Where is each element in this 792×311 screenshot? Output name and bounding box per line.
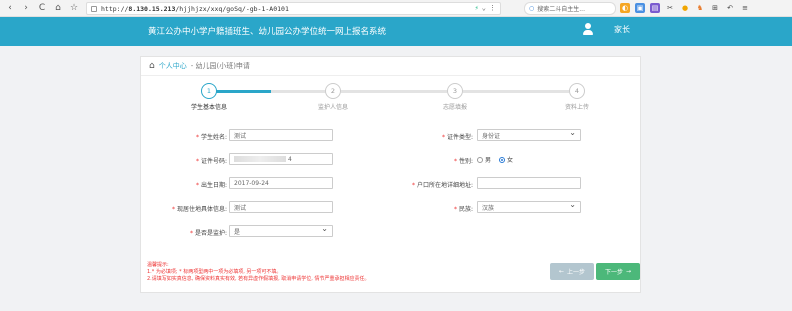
step-line-2 <box>271 90 333 93</box>
step-2-circle: 2 <box>325 83 341 99</box>
is-guardian-label: * 是否是监护: <box>189 230 227 237</box>
step-1-circle: 1 <box>201 83 217 99</box>
back-icon[interactable]: ‹ <box>4 2 16 14</box>
next-step-label: 下一步 <box>604 269 623 276</box>
birth-date-label: * 出生日期: <box>195 182 227 189</box>
home-icon[interactable]: ⌂ <box>149 61 155 71</box>
radio-male[interactable] <box>477 156 483 163</box>
step-line-1 <box>209 90 271 93</box>
birth-date-input[interactable]: 2017-09-24 <box>229 177 333 189</box>
step-line-3 <box>341 90 447 93</box>
prev-step-button[interactable]: ← 上一步 <box>550 263 594 280</box>
search-engine-icon: ○ <box>529 5 535 12</box>
current-address-label: * 现居住地具体信息: <box>171 206 227 213</box>
notes-title: 温馨提示: <box>147 262 169 268</box>
next-step-button[interactable]: 下一步 → <box>596 263 640 280</box>
step-line-4 <box>463 90 569 93</box>
breadcrumb-link-personal-center[interactable]: 个人中心 <box>159 61 187 71</box>
id-type-select[interactable]: 身份证 <box>477 128 581 141</box>
url-host: 8.130.15.213 <box>128 4 176 13</box>
redacted-block <box>234 156 286 162</box>
prev-step-label: 上一步 <box>567 269 586 276</box>
extension-blue-icon[interactable]: ▣ <box>635 3 645 13</box>
id-type-label: * 证件类型: <box>441 134 473 141</box>
ethnicity-select[interactable]: 汉族 <box>477 200 581 213</box>
breadcrumb: ⌂ 个人中心 - 幼儿园(小班)申请 <box>149 61 250 71</box>
current-address-input[interactable]: 测试 <box>229 201 333 213</box>
extension-purple-icon[interactable]: ▤ <box>650 3 660 13</box>
more-menu-icon[interactable]: ≡ <box>740 3 750 13</box>
menu-icon[interactable]: ⋮ <box>489 4 496 12</box>
student-name-label: * 学生姓名: <box>195 134 227 141</box>
radio-female[interactable] <box>499 156 506 163</box>
gender-radio-group: 男 女 <box>477 155 521 164</box>
browser-search-input[interactable]: ○ 搜索二斗自主生... <box>524 2 616 15</box>
step-3-circle: 3 <box>447 83 463 99</box>
extension-fox-icon[interactable]: ♞ <box>695 3 705 13</box>
browser-toolbar: ‹ › C ⌂ ☆ http://8.130.15.213/hjjhjzx/xx… <box>0 0 792 17</box>
lightning-icon[interactable]: ⚡ <box>475 4 479 12</box>
gender-label: * 性别: <box>453 158 473 165</box>
forward-icon[interactable]: › <box>20 2 32 14</box>
step-2-label: 监护人信息 <box>317 104 349 111</box>
user-label[interactable]: 家长 <box>614 24 630 35</box>
user-icon[interactable] <box>582 23 594 36</box>
page-info-icon <box>91 5 97 12</box>
extension-coin-icon[interactable]: ● <box>680 3 690 13</box>
application-card: ⌂ 个人中心 - 幼儿园(小班)申请 1 2 3 4 学生基本信息 监护人信息 … <box>140 56 641 293</box>
scissors-icon[interactable]: ✂ <box>665 3 675 13</box>
step-4-circle: 4 <box>569 83 585 99</box>
undo-icon[interactable]: ↶ <box>725 3 735 13</box>
address-bar[interactable]: http://8.130.15.213/hjjhjzx/xxq/goSq/-gb… <box>86 2 501 15</box>
id-number-input[interactable]: 4 <box>229 153 333 165</box>
gender-male-option[interactable]: 男 <box>477 155 491 164</box>
hukou-address-input[interactable] <box>477 177 581 189</box>
gender-female-option[interactable]: 女 <box>499 155 513 164</box>
dropdown-icon[interactable]: ⌄ <box>482 4 486 12</box>
bookmark-star-icon[interactable]: ☆ <box>68 2 80 14</box>
is-guardian-select[interactable]: 是 <box>229 224 333 237</box>
notes-line-2: 2.请填写如实真信息, 确保资料真实有效, 若有异虚作假填报, 取消申请学位, … <box>147 276 370 282</box>
url-path: /hjjhjzx/xxq/goSq/-gb-1-A0101 <box>175 4 289 13</box>
grid-icon[interactable]: ⊞ <box>710 3 720 13</box>
hukou-address-label: * 户口所在地详细地址: <box>411 182 473 189</box>
arrow-left-icon: ← <box>558 268 564 275</box>
home-icon[interactable]: ⌂ <box>52 2 64 14</box>
app-header: 黄江公办中小学户籍插班生、幼儿园公办学位统一网上报名系统 家长 <box>0 17 792 46</box>
id-number-label: * 证件号码: <box>195 158 227 165</box>
url-prefix: http:// <box>101 4 129 13</box>
breadcrumb-current: - 幼儿园(小班)申请 <box>190 62 250 70</box>
divider <box>141 75 640 76</box>
search-placeholder: 搜索二斗自主生... <box>537 6 585 13</box>
step-4-label: 资料上传 <box>564 104 590 111</box>
step-1-label: 学生基本信息 <box>190 104 228 111</box>
ethnicity-label: * 民族: <box>453 206 473 213</box>
page-title: 黄江公办中小学户籍插班生、幼儿园公办学位统一网上报名系统 <box>148 27 387 37</box>
user-menu[interactable]: 家长 <box>582 23 630 36</box>
progress-steps: 1 2 3 4 学生基本信息 监护人信息 志愿填报 资料上传 <box>141 81 640 111</box>
notes: 温馨提示: 1.* 为必填项; * 标两项型两中一项为必填项, 另一项可不填。 … <box>147 262 370 283</box>
step-3-label: 志愿填报 <box>442 104 468 111</box>
student-name-input[interactable]: 测试 <box>229 129 333 141</box>
extension-orange-icon[interactable]: ◐ <box>620 3 630 13</box>
reload-icon[interactable]: C <box>36 2 48 14</box>
notes-line-1: 1.* 为必填项; * 标两项型两中一项为必填项, 另一项可不填。 <box>147 269 282 275</box>
arrow-right-icon: → <box>625 268 632 275</box>
